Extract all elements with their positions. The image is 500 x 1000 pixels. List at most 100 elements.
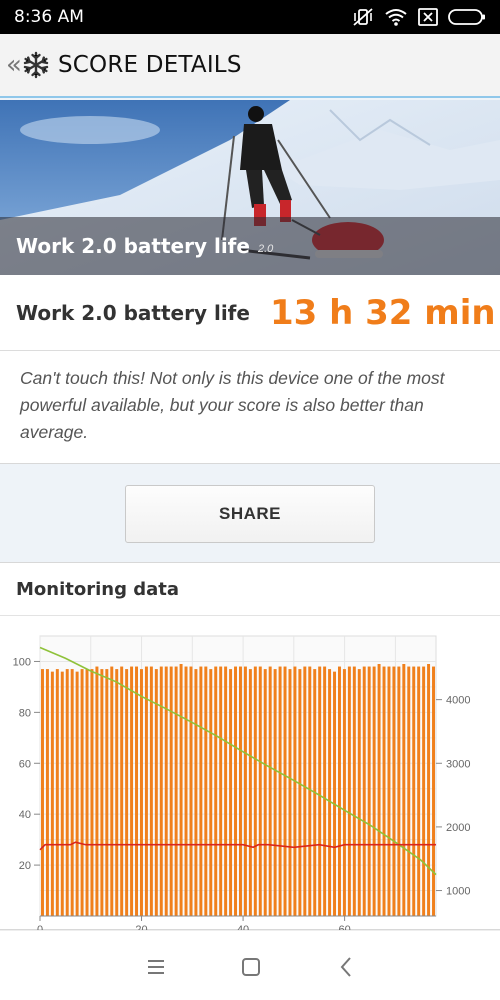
battery-bar: [283, 666, 287, 916]
battery-bar: [352, 666, 356, 916]
battery-bar: [85, 669, 89, 916]
battery-icon: [448, 9, 485, 25]
battery-bar: [139, 669, 143, 916]
left-axis-label: 40: [19, 809, 31, 821]
battery-bar: [149, 666, 153, 916]
battery-bar: [100, 669, 104, 916]
battery-bar: [70, 669, 74, 916]
battery-bar: [298, 669, 302, 916]
battery-bar: [154, 669, 158, 916]
battery-bar: [337, 666, 341, 916]
battery-bar: [397, 666, 401, 916]
battery-bar: [402, 664, 406, 916]
battery-bar: [288, 669, 292, 916]
hero-caption-text: Work 2.0 battery life: [16, 234, 250, 258]
battery-bar: [278, 666, 282, 916]
battery-bar: [224, 666, 228, 916]
battery-bar: [263, 669, 267, 916]
left-axis-label: 80: [19, 707, 31, 719]
battery-bar: [412, 666, 416, 916]
sim-off-icon: [418, 8, 438, 26]
battery-bar: [40, 669, 44, 916]
menu-icon[interactable]: [142, 953, 170, 981]
vibrate-icon: [353, 8, 373, 26]
battery-bar: [382, 666, 386, 916]
score-label: Work 2.0 battery life: [16, 300, 250, 325]
battery-bar: [308, 666, 312, 916]
battery-bar: [328, 669, 332, 916]
score-value: 13 h 32 min: [269, 292, 496, 333]
hero-image: Work 2.0 battery life 2.0: [0, 100, 500, 275]
battery-bar: [342, 669, 346, 916]
plot-area: [39, 635, 437, 917]
battery-bar: [120, 666, 124, 916]
battery-bar: [55, 669, 59, 916]
battery-bar: [189, 666, 193, 916]
battery-bar: [169, 666, 173, 916]
back-icon[interactable]: [333, 953, 361, 981]
battery-bar: [318, 666, 322, 916]
battery-bar: [164, 666, 168, 916]
right-axis-label: 2000: [446, 822, 470, 834]
battery-bar: [80, 669, 84, 916]
battery-bar: [144, 666, 148, 916]
battery-bar: [392, 666, 396, 916]
monitoring-chart: 1008060402040003000200010000 20 40 60: [13, 635, 470, 931]
hero-version: 2.0: [257, 243, 274, 255]
battery-bar: [347, 666, 351, 916]
right-axis-label: 3000: [446, 758, 470, 770]
battery-bar: [179, 664, 183, 916]
battery-bar: [303, 666, 307, 916]
status-time: 8:36 AM: [14, 7, 84, 27]
status-bar: 8:36 AM: [0, 0, 500, 34]
battery-bar: [427, 664, 431, 916]
battery-bar: [45, 669, 49, 916]
navigation-bar: [0, 930, 500, 1000]
home-icon[interactable]: [237, 953, 265, 981]
battery-bar: [258, 666, 262, 916]
battery-bar: [407, 666, 411, 916]
battery-bar: [238, 666, 242, 916]
battery-bar: [214, 666, 218, 916]
wifi-icon: [385, 9, 407, 26]
battery-bar: [333, 671, 337, 916]
left-axis-label: 20: [19, 860, 31, 872]
battery-bar: [125, 669, 129, 916]
battery-bar: [209, 669, 213, 916]
battery-bar: [194, 669, 198, 916]
battery-bar: [90, 669, 94, 916]
back-chevron-icon[interactable]: «: [6, 50, 22, 80]
description-card: Can't touch this! Not only is this devic…: [0, 351, 500, 464]
battery-bar: [323, 666, 327, 916]
score-card: Work 2.0 battery life 13 h 32 min: [0, 275, 500, 351]
battery-bar: [357, 669, 361, 916]
battery-bar: [65, 669, 69, 916]
battery-bar: [60, 671, 64, 916]
battery-bar: [95, 666, 99, 916]
right-axis-label: 1000: [446, 886, 470, 898]
battery-bar: [204, 666, 208, 916]
battery-bar: [130, 666, 134, 916]
monitoring-title: Monitoring data: [16, 579, 180, 600]
battery-bar: [422, 666, 426, 916]
battery-bar: [372, 666, 376, 916]
battery-bar: [135, 666, 139, 916]
battery-bar: [115, 669, 119, 916]
share-button[interactable]: SHARE: [125, 485, 375, 543]
snowflake-icon[interactable]: [22, 51, 50, 79]
page-title: SCORE DETAILS: [58, 52, 242, 78]
monitoring-card: Monitoring data 100 80 60 40 20 4000 3000 2000 1…: [0, 562, 500, 931]
battery-bar: [253, 666, 257, 916]
battery-bar: [219, 666, 223, 916]
battery-bar: [75, 671, 79, 916]
right-axis-label: 4000: [446, 695, 470, 707]
left-axis-label: 100: [13, 656, 31, 668]
battery-bar: [432, 666, 436, 916]
battery-bar: [293, 666, 297, 916]
battery-bar: [174, 666, 178, 916]
battery-bar: [417, 666, 421, 916]
battery-bar: [105, 669, 109, 916]
status-icons: [352, 7, 486, 27]
battery-bar: [159, 666, 163, 916]
score-description: Can't touch this! Not only is this devic…: [20, 368, 445, 442]
